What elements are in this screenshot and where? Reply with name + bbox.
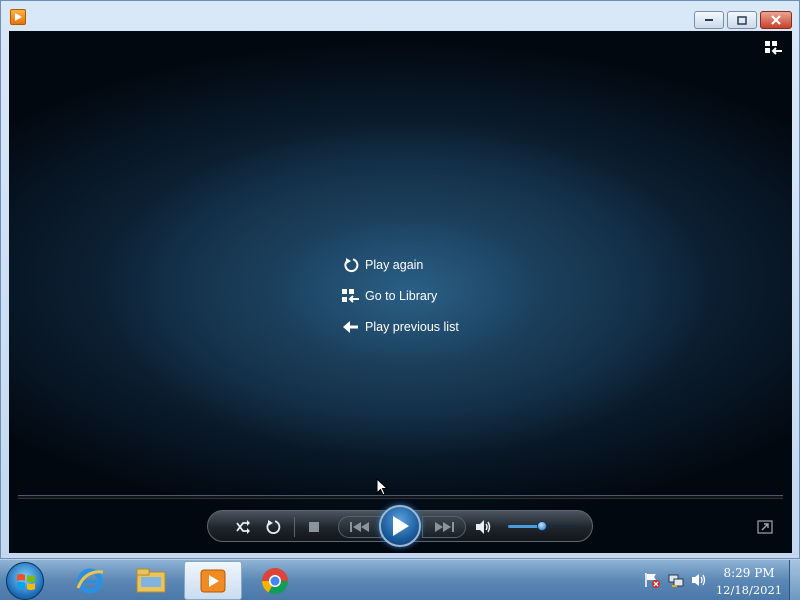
play-previous-list-label: Play previous list [365,319,459,334]
repeat-icon[interactable] [264,518,282,536]
close-button[interactable] [760,11,792,29]
play-icon [393,516,409,536]
start-button[interactable] [6,562,44,600]
media-player-window: Play again Go to Library Play previous l… [0,0,800,559]
volume-thumb[interactable] [537,521,547,531]
show-desktop-button[interactable] [789,560,800,600]
action-center-flag-icon[interactable] [644,572,660,588]
fullscreen-icon[interactable] [757,519,773,534]
play-button[interactable] [379,505,421,547]
next-button[interactable] [422,516,466,538]
play-again-label: Play again [365,257,424,272]
clock-time[interactable]: 8:29 PM [712,566,786,580]
internet-explorer-icon[interactable] [61,561,119,600]
minimize-button[interactable] [694,11,724,29]
clock-date[interactable]: 12/18/2021 [712,583,786,597]
library-icon [337,287,365,305]
stop-icon[interactable] [306,519,322,535]
video-area[interactable]: Play again Go to Library Play previous l… [9,31,792,553]
switch-to-library-icon[interactable] [764,39,784,57]
chrome-icon[interactable] [246,561,304,600]
seek-bar[interactable] [18,495,783,499]
windows-explorer-icon[interactable] [122,561,180,600]
next-icon [435,522,454,532]
separator [294,517,295,537]
speaker-icon[interactable] [474,518,494,536]
windows-logo-icon [17,574,35,590]
back-arrow-icon [337,318,365,336]
go-to-library-label: Go to Library [365,288,438,303]
volume-slider[interactable] [508,521,576,531]
network-icon[interactable] [668,572,684,588]
go-to-library-item[interactable]: Go to Library [337,280,459,311]
play-previous-list-item[interactable]: Play previous list [337,311,459,342]
maximize-button[interactable] [727,11,757,29]
mouse-cursor [376,477,389,501]
title-bar[interactable] [1,1,799,31]
play-again-item[interactable]: Play again [337,249,459,280]
previous-icon [350,522,369,532]
shuffle-icon[interactable] [234,518,252,536]
windows-media-player-icon[interactable] [184,561,242,600]
close-icon [771,15,781,25]
media-player-icon [10,9,26,25]
maximize-icon [737,15,747,25]
volume-icon[interactable] [691,572,707,588]
minimize-icon [705,19,713,21]
previous-button[interactable] [338,516,382,538]
taskbar: 8:29 PM 12/18/2021 [0,559,800,600]
replay-icon [337,256,365,274]
end-of-playback-menu: Play again Go to Library Play previous l… [337,249,459,342]
